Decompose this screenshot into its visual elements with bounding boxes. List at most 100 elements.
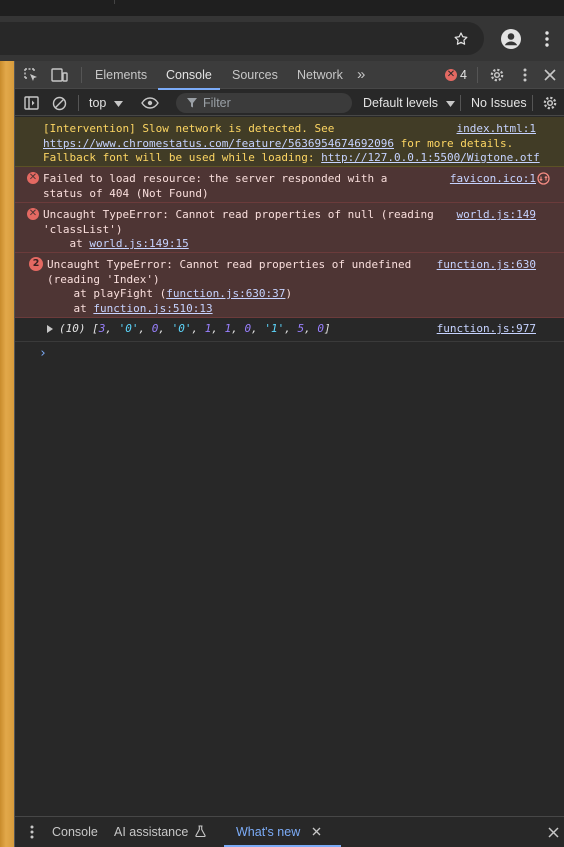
chromestatus-link[interactable]: https://www.chromestatus.com/feature/563… [43, 137, 394, 150]
browser-tab-strip [0, 0, 564, 16]
array-item: 1 [224, 322, 232, 335]
error-line-1: Uncaught TypeError: Cannot read properti… [47, 258, 412, 271]
array-item: 5 [297, 322, 305, 335]
array-item: '0' [171, 322, 192, 335]
source-link[interactable]: favicon.ico:1 [450, 172, 536, 187]
kebab-icon[interactable] [537, 27, 557, 51]
tab-divider [114, 0, 115, 4]
toolbar-separator [477, 67, 478, 83]
network-request-icon[interactable] [537, 172, 550, 185]
context-selector[interactable]: top [89, 94, 123, 112]
profile-icon[interactable] [499, 27, 523, 51]
address-bar[interactable] [0, 22, 484, 55]
tab-network[interactable]: Network [297, 61, 343, 89]
drawer-tab-ai-assistance[interactable]: AI assistance [114, 817, 206, 847]
warning-line-1: [Intervention] Slow network is detected.… [43, 122, 335, 135]
array-item: '1' [264, 322, 285, 335]
issues-counter[interactable]: No Issues [471, 94, 527, 112]
stack-trace-line: at function.js:510:13 [47, 301, 212, 317]
star-icon[interactable] [449, 27, 473, 51]
stack-link[interactable]: function.js:630:37 [166, 287, 285, 300]
drawer-tab-label: What's new [236, 825, 301, 839]
drawer-tab-whats-new[interactable]: What's new [224, 817, 341, 847]
error-count-badge[interactable]: ✕ 4 [445, 67, 467, 83]
stack-link[interactable]: world.js:149:15 [89, 237, 188, 250]
array-length: (10) [59, 322, 93, 335]
drawer-tab-label: AI assistance [114, 825, 189, 839]
array-item: 3 [98, 322, 106, 335]
more-tabs-icon[interactable]: » [357, 61, 365, 89]
filter-input[interactable]: Filter [176, 93, 352, 113]
warning-line-2: https://www.chromestatus.com/feature/563… [43, 137, 513, 152]
inspect-element-icon[interactable] [20, 64, 42, 86]
context-value: top [89, 96, 107, 110]
toolbar-separator [81, 67, 82, 83]
array-item: 1 [204, 322, 212, 335]
error-line-2: 'classList') [43, 222, 123, 236]
expand-arrow-icon[interactable] [47, 325, 53, 333]
console-settings-gear-icon[interactable] [539, 92, 561, 114]
tab-console[interactable]: Console [158, 61, 220, 90]
warning-text: for more details. [394, 136, 514, 150]
array-item: 0 [151, 322, 159, 335]
console-error-message: 2 Uncaught TypeError: Cannot read proper… [15, 253, 564, 318]
filter-icon [187, 98, 197, 108]
toolbar-separator [460, 95, 461, 111]
filter-placeholder: Filter [203, 96, 231, 110]
source-link[interactable]: index.html:1 [457, 122, 536, 137]
warning-line-3: Fallback font will be used while loading… [43, 151, 540, 166]
stack-prefix: at [43, 237, 90, 250]
close-drawer-icon[interactable] [542, 821, 564, 843]
error-icon: ✕ [27, 208, 39, 220]
live-expression-eye-icon[interactable] [139, 92, 161, 114]
settings-gear-icon[interactable] [486, 64, 508, 86]
tab-elements[interactable]: Elements [95, 61, 147, 89]
source-link[interactable]: function.js:630 [437, 258, 536, 273]
devtools-panel: Elements Console Sources Network » ✕ 4 t… [15, 61, 564, 847]
log-levels-label: Default levels [363, 96, 439, 110]
console-log-message: (10) [3, '0', 0, '0', 1, 1, 0, '1', 5, 0… [15, 318, 564, 342]
array-item: 0 [317, 322, 324, 335]
source-link[interactable]: world.js:149 [457, 208, 536, 223]
close-tab-icon[interactable] [312, 827, 321, 836]
toolbar-separator [532, 95, 533, 111]
array-preview[interactable]: (10) [3, '0', 0, '0', 1, 1, 0, '1', 5, 0… [59, 322, 331, 337]
stack-suffix: ) [285, 287, 293, 300]
console-error-message: ✕ Failed to load resource: the server re… [15, 167, 564, 203]
error-count: 4 [460, 68, 467, 82]
browser-toolbar [0, 16, 564, 61]
error-icon: ✕ [445, 69, 457, 81]
stack-link[interactable]: function.js:510:13 [93, 302, 212, 315]
devtools-menu-kebab-icon[interactable] [514, 64, 536, 86]
dropdown-arrow-icon [445, 101, 455, 107]
page-content-strip [0, 61, 15, 847]
drawer-menu-kebab-icon[interactable] [21, 821, 43, 843]
console-error-message: ✕ Uncaught TypeError: Cannot read proper… [15, 203, 564, 253]
array-item: 0 [244, 322, 252, 335]
stack-prefix: at playFight ( [47, 287, 167, 300]
drawer-tab-console[interactable]: Console [52, 817, 98, 847]
log-levels-dropdown[interactable]: Default levels [363, 94, 455, 112]
error-line-1: Failed to load resource: the server resp… [43, 172, 388, 185]
clear-console-icon[interactable] [48, 92, 70, 114]
sidebar-toggle-icon[interactable] [20, 92, 42, 114]
devtools-drawer: Console AI assistance What's new [15, 816, 564, 847]
stack-trace-line: at world.js:149:15 [43, 237, 188, 252]
console-prompt-icon[interactable]: › [39, 346, 564, 362]
console-messages: [Intervention] Slow network is detected.… [15, 117, 564, 362]
repeat-count-badge: 2 [29, 257, 43, 271]
console-toolbar: top Filter Default levels No Issues [15, 90, 564, 116]
error-line-2: status of 404 (Not Found) [43, 186, 209, 200]
close-devtools-icon[interactable] [539, 64, 561, 86]
device-toolbar-icon[interactable] [48, 64, 70, 86]
dropdown-arrow-icon [113, 101, 123, 107]
font-url-link[interactable]: http://127.0.0.1:5500/Wigtone.otf [321, 151, 540, 164]
warning-text: Fallback font will be used while loading… [43, 151, 322, 164]
array-item: '0' [118, 322, 139, 335]
source-link[interactable]: function.js:977 [437, 322, 536, 337]
stack-prefix: at [47, 301, 94, 315]
error-line-1: Uncaught TypeError: Cannot read properti… [43, 208, 434, 221]
tab-sources[interactable]: Sources [232, 61, 278, 89]
devtools-main-toolbar: Elements Console Sources Network » ✕ 4 [15, 61, 564, 90]
error-line-2: (reading 'Index') [47, 272, 160, 286]
